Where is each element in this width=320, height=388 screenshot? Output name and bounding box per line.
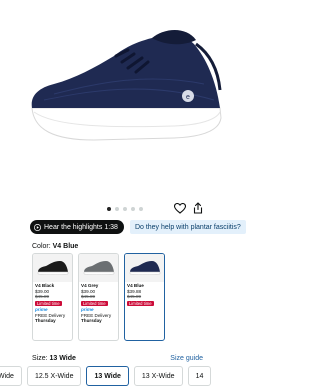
variant-list-price: $45.89 bbox=[35, 294, 50, 300]
heart-outline-icon bbox=[174, 202, 186, 214]
variant-card-black[interactable]: V4 Black $39.00 $45.89 Limited time prim… bbox=[32, 253, 73, 341]
deal-badge: Limited time bbox=[35, 300, 62, 307]
variant-thumbnail bbox=[33, 254, 72, 282]
pagination-dot[interactable] bbox=[114, 207, 119, 211]
selected-size-value: 13 Wide bbox=[49, 355, 76, 362]
shoe-thumbnail-icon bbox=[129, 261, 160, 275]
hear-highlights-button[interactable]: Hear the highlights 1:38 bbox=[30, 220, 124, 234]
selected-color-value: V4 Blue bbox=[52, 243, 79, 250]
highlights-row: Hear the highlights 1:38 Do they help wi… bbox=[30, 220, 249, 234]
pagination-dot[interactable] bbox=[138, 207, 143, 211]
suggested-question-label: Do they help with plantar fasciitis? bbox=[134, 223, 241, 231]
size-option[interactable]: 13 X-Wide bbox=[133, 366, 183, 386]
deal-badge: Limited time bbox=[81, 300, 108, 307]
variant-card-blue[interactable]: V4 Blue $39.88 $45.89 Limited time bbox=[124, 253, 165, 341]
share-icon bbox=[193, 202, 203, 214]
variant-card-grey[interactable]: V4 Grey $39.00 $45.89 Limited time prime… bbox=[78, 253, 119, 341]
product-page: e Hear the highlights 1:38 Do they help … bbox=[0, 0, 249, 388]
size-options: Wide 12.5 X-Wide 13 Wide 13 X-Wide 14 bbox=[0, 366, 212, 386]
shoe-thumbnail-icon bbox=[37, 261, 68, 275]
color-variants: V4 Black $39.00 $45.89 Limited time prim… bbox=[32, 253, 165, 341]
pagination-dot[interactable] bbox=[130, 207, 135, 211]
suggested-question-chip[interactable]: Do they help with plantar fasciitis? bbox=[129, 220, 246, 234]
size-option-selected[interactable]: 13 Wide bbox=[86, 366, 129, 386]
favorite-button[interactable] bbox=[172, 200, 188, 216]
variant-list-price: $45.89 bbox=[81, 294, 96, 300]
size-heading: Size: 13 Wide bbox=[32, 355, 76, 362]
svg-text:e: e bbox=[186, 94, 190, 101]
share-button[interactable] bbox=[190, 200, 206, 216]
color-heading: Color: V4 Blue bbox=[32, 243, 78, 250]
size-option[interactable]: 12.5 X-Wide bbox=[26, 366, 82, 386]
size-option[interactable]: 14 bbox=[187, 366, 212, 386]
size-guide-link[interactable]: Size guide bbox=[170, 355, 203, 362]
play-circle-icon bbox=[34, 223, 41, 231]
pagination-dot[interactable] bbox=[106, 207, 111, 211]
variant-list-price: $45.89 bbox=[127, 294, 142, 300]
variant-thumbnail bbox=[79, 254, 118, 282]
shoe-thumbnail-icon bbox=[83, 261, 114, 275]
hear-highlights-label: Hear the highlights 1:38 bbox=[44, 223, 118, 231]
image-pagination[interactable] bbox=[0, 205, 249, 213]
size-option[interactable]: Wide bbox=[0, 366, 22, 386]
deal-badge: Limited time bbox=[127, 300, 154, 307]
delivery-day: Thursday bbox=[35, 318, 56, 324]
size-label: Size: bbox=[32, 355, 48, 362]
product-image[interactable]: e bbox=[24, 0, 224, 194]
pagination-dot[interactable] bbox=[122, 207, 127, 211]
delivery-day: Thursday bbox=[81, 318, 102, 324]
variant-thumbnail bbox=[125, 254, 164, 282]
color-label: Color: bbox=[32, 243, 51, 250]
